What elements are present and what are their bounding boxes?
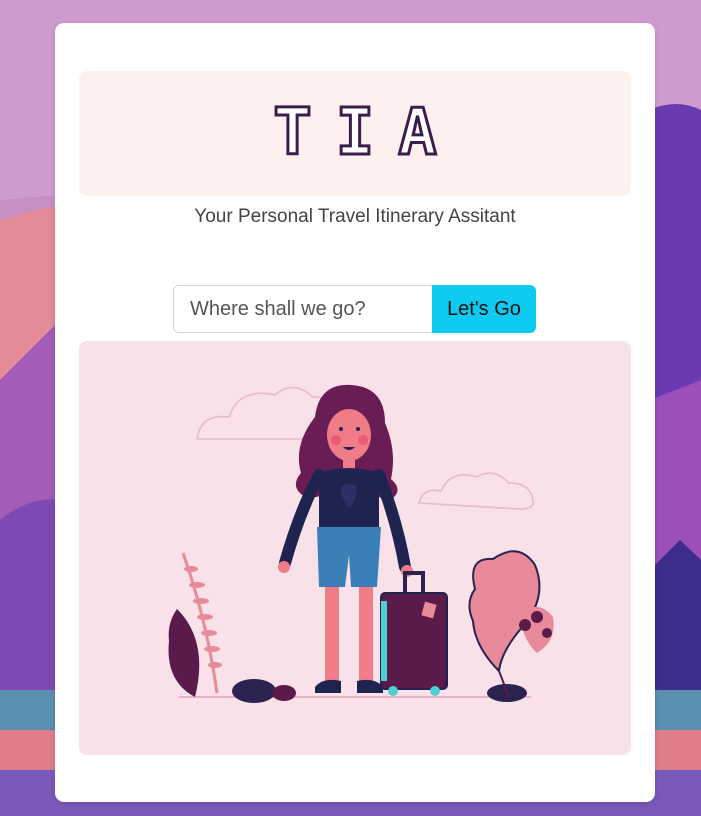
app-tagline: Your Personal Travel Itinerary Assitant — [194, 206, 516, 227]
search-bar: Let's Go — [173, 285, 536, 333]
destination-search-input[interactable] — [173, 285, 432, 333]
main-card: TIA Your Personal Travel Itinerary Assit… — [55, 23, 655, 802]
lets-go-button[interactable]: Let's Go — [432, 285, 536, 333]
logo-banner: TIA — [79, 71, 631, 196]
traveler-illustration — [168, 384, 554, 703]
app-logo: TIA — [272, 96, 461, 170]
illustration-panel — [79, 341, 631, 755]
